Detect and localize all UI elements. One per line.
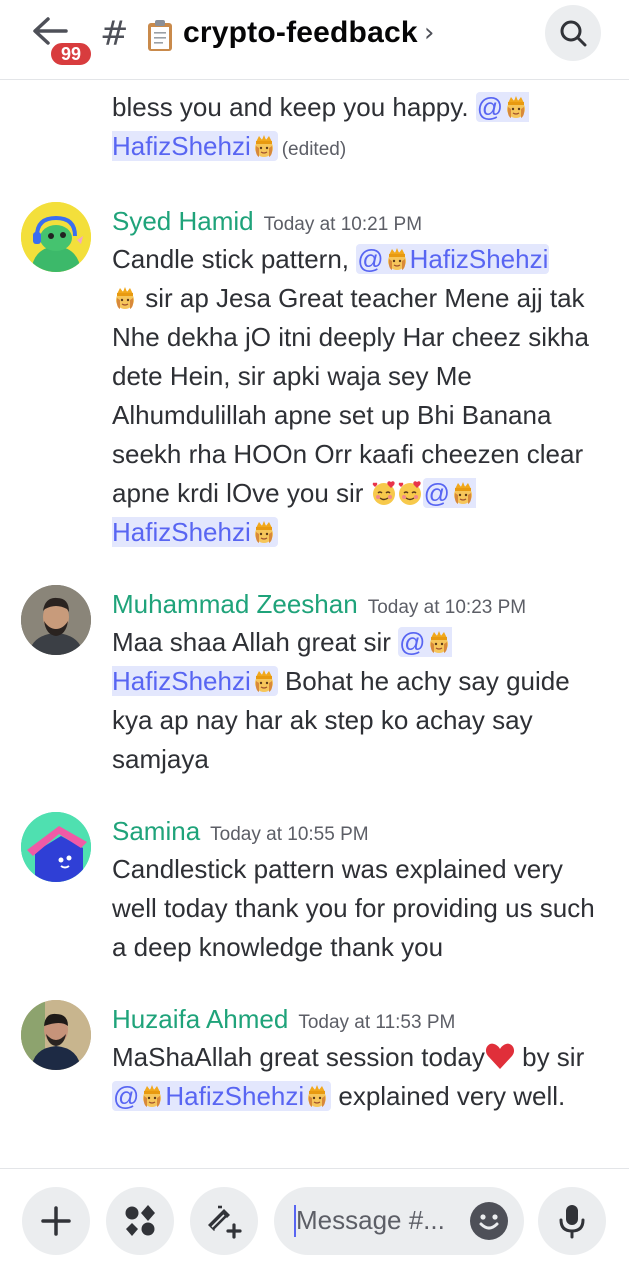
message-body: MaShaAllah great session today by sir @ H… bbox=[112, 1038, 612, 1116]
author-name[interactable]: Samina bbox=[112, 816, 200, 846]
avatar[interactable] bbox=[21, 812, 91, 882]
mention-name: HafizShehzi bbox=[165, 1081, 305, 1111]
timestamp: Today at 10:55 PM bbox=[210, 824, 369, 845]
mention-name: HafizShehzi bbox=[112, 517, 251, 547]
user-mention[interactable]: @ HafizShehzi bbox=[356, 244, 550, 274]
crown-emoji-icon bbox=[426, 629, 452, 655]
channel-header: 99 # crypto-feedback › bbox=[0, 0, 629, 80]
message-header: Samina Today at 10:55 PM bbox=[112, 816, 369, 847]
crown-emoji-icon bbox=[503, 94, 529, 120]
crown-emoji-icon bbox=[251, 668, 277, 694]
message-body: Candlestick pattern was explained very w… bbox=[112, 850, 612, 967]
unread-badge: 99 bbox=[48, 40, 94, 68]
mention-name: HafizShehzi bbox=[112, 131, 251, 161]
gift-button[interactable] bbox=[190, 1187, 258, 1255]
mention-at: @ bbox=[399, 627, 426, 657]
apps-button[interactable] bbox=[106, 1187, 174, 1255]
message-text: MaShaAllah great session today bbox=[112, 1042, 485, 1072]
message-header: Muhammad Zeeshan Today at 10:23 PM bbox=[112, 589, 526, 620]
smiling-face-with-hearts-icon bbox=[397, 480, 423, 506]
author-name[interactable]: Syed Hamid bbox=[112, 206, 254, 236]
channel-name[interactable]: crypto-feedback bbox=[183, 16, 418, 50]
message-input[interactable]: Message #... bbox=[274, 1187, 524, 1255]
red-heart-icon bbox=[485, 1042, 515, 1070]
message-text: explained very well. bbox=[331, 1081, 566, 1111]
voice-message-button[interactable] bbox=[538, 1187, 606, 1255]
message-input-placeholder: Message #... bbox=[296, 1205, 445, 1235]
mention-name: HafizShehzi bbox=[112, 666, 251, 696]
mention-at: @ bbox=[423, 478, 451, 508]
search-icon bbox=[560, 20, 587, 47]
edited-label: (edited) bbox=[281, 139, 347, 160]
clipboard-icon bbox=[148, 20, 172, 51]
message-body: Maa shaa Allah great sir @ HafizShehzi Bo… bbox=[112, 623, 612, 779]
author-name[interactable]: Muhammad Zeeshan bbox=[112, 589, 358, 619]
timestamp: Today at 10:21 PM bbox=[263, 214, 423, 235]
chevron-right-icon[interactable]: › bbox=[424, 18, 434, 48]
message-body: Candle stick pattern, @ HafizShehzi sir a… bbox=[112, 240, 612, 552]
emoji-button[interactable] bbox=[470, 1202, 508, 1240]
message-text: Candle stick pattern, bbox=[112, 244, 357, 274]
avatar[interactable] bbox=[21, 202, 91, 272]
apps-icon bbox=[125, 1205, 155, 1236]
crown-emoji-icon bbox=[139, 1083, 165, 1109]
crown-emoji-icon bbox=[251, 519, 277, 545]
channel-hash-icon: # bbox=[100, 14, 129, 54]
message-text: sir ap Jesa Great teacher Mene ajj tak N… bbox=[112, 283, 589, 508]
crown-emoji-icon bbox=[384, 246, 410, 272]
message-text: by sir bbox=[514, 1042, 585, 1072]
message-text: bless you and keep you happy. bbox=[112, 92, 476, 122]
crown-emoji-icon bbox=[251, 133, 277, 159]
timestamp: Today at 10:23 PM bbox=[367, 597, 527, 618]
crown-emoji-icon bbox=[112, 285, 138, 311]
gift-icon bbox=[208, 1205, 242, 1239]
message-header: Huzaifa Ahmed Today at 11:53 PM bbox=[112, 1004, 455, 1035]
message-text: Candlestick pattern was explained very w… bbox=[112, 854, 595, 962]
smile-icon bbox=[479, 1214, 499, 1230]
mention-name: HafizShehzi bbox=[409, 244, 549, 274]
search-button[interactable] bbox=[545, 5, 601, 61]
message-list[interactable]: bless you and keep you happy. @ HafizSheh… bbox=[0, 80, 629, 1168]
avatar[interactable] bbox=[21, 585, 91, 655]
crown-emoji-icon bbox=[450, 480, 476, 506]
timestamp: Today at 11:53 PM bbox=[298, 1012, 456, 1033]
author-name[interactable]: Huzaifa Ahmed bbox=[112, 1004, 288, 1034]
smiling-face-with-hearts-icon bbox=[371, 480, 397, 506]
mention-at: @ bbox=[476, 92, 504, 122]
mention-at: @ bbox=[357, 244, 384, 274]
mention-at: @ bbox=[113, 1081, 140, 1111]
user-mention[interactable]: @ HafizShehzi bbox=[112, 1081, 332, 1111]
avatar[interactable] bbox=[21, 1000, 91, 1070]
message-header: Syed Hamid Today at 10:21 PM bbox=[112, 206, 422, 237]
plus-icon bbox=[41, 1206, 71, 1236]
avatar-image bbox=[21, 812, 91, 882]
message-body: bless you and keep you happy. @ HafizSheh… bbox=[112, 88, 612, 169]
message-text: Maa shaa Allah great sir bbox=[112, 627, 399, 657]
message-composer: Message #... bbox=[0, 1168, 629, 1280]
avatar-image bbox=[21, 1000, 91, 1070]
microphone-icon bbox=[559, 1205, 585, 1239]
add-attachment-button[interactable] bbox=[22, 1187, 90, 1255]
crown-emoji-icon bbox=[304, 1083, 330, 1109]
avatar-image bbox=[21, 202, 91, 272]
avatar-image bbox=[21, 585, 91, 655]
